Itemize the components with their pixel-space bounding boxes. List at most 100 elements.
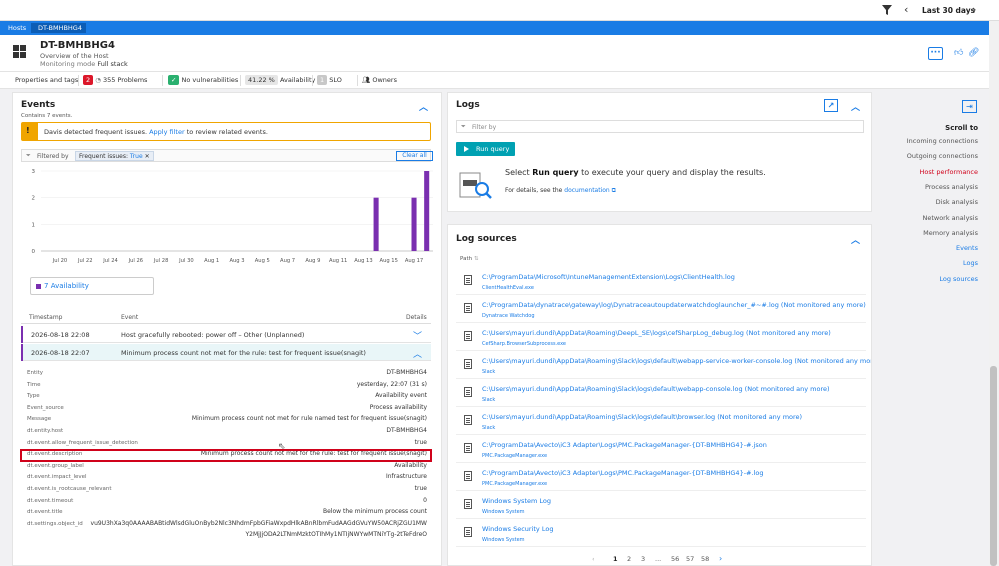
- x-tick-label: Aug 17: [405, 258, 423, 264]
- slo-label: SLO: [329, 76, 342, 84]
- document-icon: [464, 331, 472, 341]
- tab-vulnerabilities[interactable]: ✓ No vulnerabilities: [168, 75, 238, 86]
- breadcrumb-hosts[interactable]: Hosts: [4, 23, 30, 33]
- documentation-link[interactable]: documentation: [564, 187, 609, 194]
- events-chart: 0 1 2 3 Jul 20 Jul 22 Jul 24 Jul 26 Jul 28 Jul 30…: [32, 169, 433, 264]
- detail-row: Message Minimum process count not met for…: [21, 413, 431, 425]
- log-source-path[interactable]: C:\Users\mayuri.dundi\AppData\Roaming\Sl…: [482, 385, 830, 393]
- log-source-row[interactable]: C:\Users\mayuri.dundi\AppData\Roaming\Sl…: [456, 351, 871, 379]
- tab-availability[interactable]: 41.22 % Availability: [245, 75, 315, 86]
- tab-slo[interactable]: 1 SLO: [317, 75, 342, 86]
- log-source-process[interactable]: Slack: [482, 397, 495, 403]
- scroll-to-panel: ⇥ Scroll to Incoming connections Outgoing…: [878, 92, 984, 292]
- page-1[interactable]: 1: [613, 555, 618, 563]
- remove-chip-icon[interactable]: ✕: [145, 153, 150, 160]
- x-tick-label: Jul 30: [178, 258, 194, 264]
- event-row[interactable]: 2026-08-18 22:07 Minimum process count n…: [21, 344, 431, 361]
- log-source-process[interactable]: Windows System: [482, 537, 525, 543]
- page-scrollbar[interactable]: [989, 21, 999, 566]
- panel-collapse-icon[interactable]: ⇥: [962, 100, 977, 113]
- log-source-path[interactable]: Windows Security Log: [482, 525, 553, 533]
- log-source-process[interactable]: Slack: [482, 425, 495, 431]
- external-link-icon[interactable]: ⧉: [612, 187, 616, 194]
- log-source-path[interactable]: Windows System Log: [482, 497, 551, 505]
- scroll-to-item[interactable]: Incoming connections: [907, 137, 978, 145]
- scroll-to-item[interactable]: Logs: [963, 259, 978, 267]
- log-source-path[interactable]: C:\ProgramData\Avecto\iC3 Adapter\Logs\P…: [482, 469, 763, 477]
- scroll-to-item[interactable]: Log sources: [939, 275, 978, 283]
- chevron-right-icon[interactable]: ›: [972, 3, 976, 16]
- next-page-icon[interactable]: ›: [719, 554, 722, 563]
- chart-bar[interactable]: [411, 197, 417, 251]
- log-source-row[interactable]: C:\Users\mayuri.dundi\AppData\Roaming\Sl…: [456, 379, 866, 407]
- expand-icon[interactable]: ﹀: [413, 329, 422, 342]
- breadcrumb-current[interactable]: DT-BMHBHG4: [31, 23, 86, 33]
- log-source-process[interactable]: PMC.PackageManager.exe: [482, 481, 547, 487]
- log-source-process[interactable]: PMC.PackageManager.exe: [482, 453, 547, 459]
- thumbs-up-icon[interactable]: 👍︎: [954, 48, 963, 58]
- log-source-path[interactable]: C:\Users\mayuri.dundi\AppData\Roaming\Sl…: [482, 357, 871, 365]
- log-source-path[interactable]: C:\ProgramData\Microsoft\IntuneManagemen…: [482, 273, 735, 281]
- apply-filter-link[interactable]: Apply filter: [149, 128, 185, 136]
- collapse-row-icon[interactable]: ︿: [413, 347, 422, 360]
- log-source-path[interactable]: C:\ProgramData\Avecto\iC3 Adapter\Logs\P…: [482, 441, 767, 449]
- run-query-button[interactable]: Run query: [456, 142, 515, 156]
- col-path[interactable]: Path ⇅: [460, 256, 478, 262]
- log-source-process[interactable]: ClientHealthEval.exe: [482, 285, 534, 291]
- collapse-icon[interactable]: ︿: [851, 100, 860, 113]
- log-source-row[interactable]: C:\ProgramData\dynatrace\gateway\log\Dyn…: [456, 295, 866, 323]
- log-source-process[interactable]: Slack: [482, 369, 495, 375]
- event-filter-bar[interactable]: ⏷ Filtered by Frequent issues: True ✕ Cl…: [21, 149, 433, 162]
- log-source-row[interactable]: C:\Users\mayuri.dundi\AppData\Roaming\Sl…: [456, 407, 866, 435]
- chevron-left-icon[interactable]: ‹: [904, 3, 908, 16]
- log-source-path[interactable]: C:\Users\mayuri.dundi\AppData\Roaming\Sl…: [482, 413, 802, 421]
- tab-properties-and-tags[interactable]: Properties and tags: [15, 75, 78, 86]
- chart-bar[interactable]: [373, 197, 379, 251]
- log-filter-input[interactable]: ⏷ Filter by: [456, 120, 864, 133]
- prev-page-icon[interactable]: ‹: [592, 555, 595, 563]
- page-56[interactable]: 56: [671, 555, 679, 563]
- scroll-to-item[interactable]: Disk analysis: [936, 198, 978, 206]
- warning-tail: to review related events.: [186, 128, 268, 136]
- open-external-icon[interactable]: ↗: [824, 99, 838, 112]
- log-source-row[interactable]: Windows System Log Windows System: [456, 491, 866, 519]
- tab-owners[interactable]: 👥︎ Owners: [362, 75, 397, 86]
- more-actions-button[interactable]: ···: [928, 47, 943, 60]
- collapse-icon[interactable]: ︿: [851, 233, 860, 246]
- detail-key: Type: [27, 393, 40, 400]
- scroll-to-item[interactable]: Memory analysis: [923, 229, 978, 237]
- timeframe-selector[interactable]: Last 30 days: [922, 6, 975, 15]
- clear-all-button[interactable]: Clear all: [396, 151, 433, 161]
- scroll-to-item[interactable]: Process analysis: [925, 183, 978, 191]
- log-source-row[interactable]: Windows Security Log Windows System: [456, 519, 866, 547]
- chart-legend[interactable]: 7 Availability: [30, 277, 154, 295]
- log-source-row[interactable]: C:\ProgramData\Microsoft\IntuneManagemen…: [456, 267, 866, 295]
- breadcrumb: Hosts DT-BMHBHG4: [0, 21, 989, 35]
- log-source-path[interactable]: C:\Users\mayuri.dundi\AppData\Roaming\De…: [482, 329, 831, 337]
- scrollbar-thumb[interactable]: [990, 366, 997, 566]
- owners-icon: 👥︎: [362, 76, 371, 84]
- event-row[interactable]: 2026-08-18 22:08 Host gracefully reboote…: [21, 326, 431, 343]
- filter-chip[interactable]: Frequent issues: True ✕: [75, 151, 154, 161]
- page-58[interactable]: 58: [701, 555, 709, 563]
- log-source-process[interactable]: Dynatrace Watchdog: [482, 313, 535, 319]
- scroll-to-item[interactable]: Network analysis: [922, 214, 978, 222]
- filter-icon[interactable]: [882, 5, 892, 15]
- page-3[interactable]: 3: [641, 555, 645, 563]
- detail-value: true: [414, 485, 427, 492]
- chart-bar[interactable]: [424, 171, 430, 251]
- page-2[interactable]: 2: [627, 555, 631, 563]
- scroll-to-item[interactable]: Outgoing connections: [907, 152, 978, 160]
- log-source-process[interactable]: Windows System: [482, 509, 525, 515]
- scroll-to-item[interactable]: Host performance: [920, 168, 979, 176]
- page-57[interactable]: 57: [686, 555, 694, 563]
- scroll-to-item[interactable]: Events: [956, 244, 978, 252]
- log-source-process[interactable]: CefSharp.BrowserSubprocess.exe: [482, 341, 566, 347]
- log-source-row[interactable]: C:\Users\mayuri.dundi\AppData\Roaming\De…: [456, 323, 866, 351]
- log-source-row[interactable]: C:\ProgramData\Avecto\iC3 Adapter\Logs\P…: [456, 463, 866, 491]
- collapse-icon[interactable]: ︿: [419, 100, 428, 113]
- tab-problems[interactable]: 2 ◔ 355 Problems: [83, 75, 147, 86]
- link-icon[interactable]: 🔗︎: [968, 48, 979, 58]
- log-source-row[interactable]: C:\ProgramData\Avecto\iC3 Adapter\Logs\P…: [456, 435, 866, 463]
- log-source-path[interactable]: C:\ProgramData\dynatrace\gateway\log\Dyn…: [482, 301, 866, 309]
